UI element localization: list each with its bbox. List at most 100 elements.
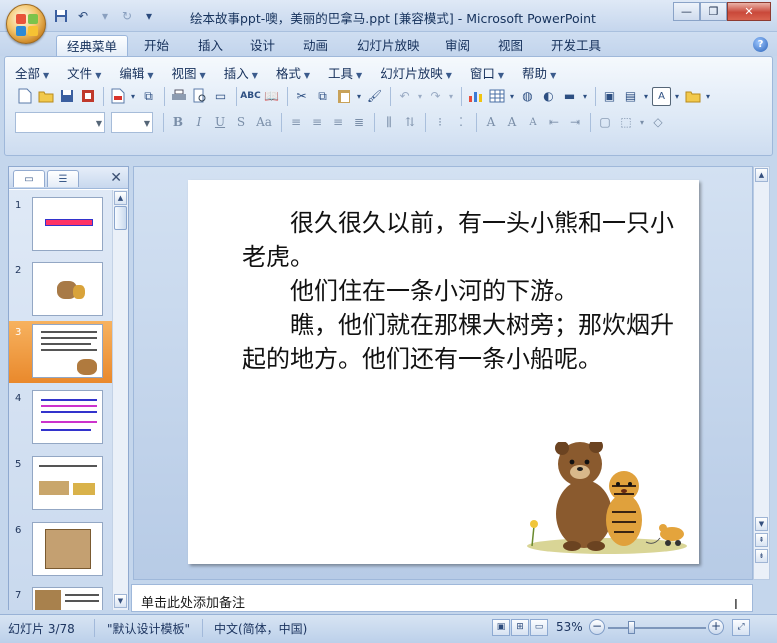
zoom-in-button[interactable]: + (708, 619, 724, 635)
menu-all[interactable]: 全部 ▼ (15, 63, 49, 81)
columns-icon[interactable]: ⫼ (379, 112, 399, 132)
menu-view[interactable]: 视图 ▼ (172, 63, 206, 81)
previous-slide-icon[interactable]: ⇞ (755, 533, 768, 547)
save-icon[interactable] (52, 7, 70, 24)
format-painter-icon[interactable]: 🖌 (365, 87, 384, 106)
close-icon[interactable]: ✕ (110, 170, 122, 186)
new-file-icon[interactable] (15, 87, 34, 106)
align-right-icon[interactable]: ≡ (328, 112, 348, 132)
layout-icon[interactable]: ▤ (621, 87, 640, 106)
language-indicator[interactable]: 中文(简体，中国) (214, 620, 307, 637)
menu-help[interactable]: 帮助 ▼ (522, 63, 556, 81)
folder-icon[interactable] (683, 87, 702, 106)
font-color-icon[interactable]: A (481, 112, 501, 132)
scroll-up-icon[interactable]: ▲ (114, 191, 127, 205)
print-preview-icon[interactable] (190, 87, 209, 106)
help-icon[interactable]: ? (753, 37, 768, 52)
save-icon[interactable] (57, 87, 76, 106)
grow-font-icon[interactable]: A (502, 112, 522, 132)
slideshow-button[interactable]: ▭ (530, 619, 548, 636)
table-icon[interactable] (487, 87, 506, 106)
thumbnail-slide-5[interactable]: 5 (9, 453, 112, 515)
tab-insert[interactable]: 插入 (188, 35, 233, 56)
customize-icon[interactable]: ▾ (140, 7, 158, 24)
tab-design[interactable]: 设计 (240, 35, 285, 56)
normal-view-button[interactable]: ▣ (492, 619, 510, 636)
fit-to-window-icon[interactable]: ⤢ (732, 619, 750, 636)
menu-format[interactable]: 格式 ▼ (276, 63, 310, 81)
copy-icon[interactable]: ⧉ (313, 87, 332, 106)
font-size-combo[interactable]: ▼ (111, 111, 153, 133)
thumbnail-slide-2[interactable]: 2 (9, 259, 112, 321)
redo-icon[interactable]: ↻ (118, 7, 136, 24)
underline-button[interactable]: U (210, 112, 230, 132)
dropdown-arrow-icon[interactable]: ▾ (96, 7, 114, 24)
menu-slideshow[interactable]: 幻灯片放映 ▼ (380, 63, 452, 81)
scroll-up-icon[interactable]: ▲ (755, 168, 768, 182)
notes-pane[interactable]: 单击此处添加备注 (131, 584, 753, 612)
thumbnail-slide-7[interactable]: 7 (9, 584, 112, 610)
menu-tools[interactable]: 工具 ▼ (328, 63, 362, 81)
tab-view[interactable]: 视图 (488, 35, 533, 56)
decrease-indent-icon[interactable]: ⇤ (544, 112, 564, 132)
slide-sorter-icon[interactable]: ▭ (211, 87, 230, 106)
dropdown-arrow-icon[interactable]: ▾ (355, 87, 363, 106)
current-slide[interactable]: 很久很久以前，有一头小熊和一只小老虎。 他们住在一条小河的下游。 瞧，他们就在那… (188, 180, 699, 564)
numbered-list-icon[interactable]: ⁝ (430, 112, 450, 132)
align-left-icon[interactable]: ≡ (286, 112, 306, 132)
spelling-icon[interactable]: ABC (240, 87, 260, 106)
zoom-slider[interactable] (608, 627, 706, 629)
increase-indent-icon[interactable]: ⇥ (565, 112, 585, 132)
print-icon[interactable] (169, 87, 188, 106)
menu-insert[interactable]: 插入 ▼ (224, 63, 258, 81)
scroll-down-icon[interactable]: ▼ (755, 517, 768, 531)
tab-classic-menu[interactable]: 经典菜单 (56, 35, 129, 56)
italic-button[interactable]: I (189, 112, 209, 132)
tab-outline[interactable]: ☰ (47, 170, 79, 187)
text-direction-icon[interactable]: ⇅ (400, 112, 420, 132)
dropdown-arrow-icon[interactable]: ▾ (637, 112, 647, 132)
attach-icon[interactable]: ⧉ (139, 87, 158, 106)
thumbnail-slide-6[interactable]: 6 (9, 519, 112, 581)
redo-icon[interactable]: ↷ (426, 87, 445, 106)
text-box-icon[interactable]: A (652, 86, 671, 106)
tab-home[interactable]: 开始 (134, 35, 179, 56)
dropdown-arrow-icon[interactable]: ▾ (447, 87, 455, 106)
next-slide-icon[interactable]: ⇟ (755, 549, 768, 563)
bullet-list-icon[interactable]: ⁚ (451, 112, 471, 132)
align-center-icon[interactable]: ≡ (307, 112, 327, 132)
menu-edit[interactable]: 编辑 ▼ (119, 63, 153, 81)
globe-icon[interactable]: ◍ (518, 87, 537, 106)
menu-file[interactable]: 文件 ▼ (67, 63, 101, 81)
change-case-button[interactable]: Aa (252, 112, 276, 132)
font-name-combo[interactable]: ▼ (15, 111, 105, 133)
office-button[interactable] (6, 4, 46, 44)
restore-button[interactable]: ❐ (700, 2, 727, 21)
thumbnail-slide-1[interactable]: 1 (9, 194, 112, 256)
color-icon[interactable]: ◐ (539, 87, 558, 106)
minimize-button[interactable]: — (673, 2, 700, 21)
undo-icon[interactable]: ↶ (395, 87, 414, 106)
shadow-button[interactable]: S (231, 112, 251, 132)
tab-slideshow[interactable]: 幻灯片放映 (347, 35, 430, 56)
tab-animation[interactable]: 动画 (293, 35, 338, 56)
editor-scrollbar[interactable]: ▲ ▼ ⇞ ⇟ (753, 166, 770, 580)
permission-icon[interactable] (78, 87, 97, 106)
chart-icon[interactable] (466, 87, 485, 106)
dropdown-arrow-icon[interactable]: ▾ (581, 87, 589, 106)
shapes-icon[interactable]: ▢ (595, 112, 615, 132)
menu-window[interactable]: 窗口 ▼ (470, 63, 504, 81)
slide-text-box[interactable]: 很久很久以前，有一头小熊和一只小老虎。 他们住在一条小河的下游。 瞧，他们就在那… (242, 206, 678, 376)
dropdown-arrow-icon[interactable]: ▾ (704, 87, 712, 106)
tab-review[interactable]: 审阅 (435, 35, 480, 56)
research-icon[interactable]: 📖 (262, 87, 281, 106)
close-button[interactable]: ✕ (727, 2, 771, 21)
dropdown-arrow-icon[interactable]: ▾ (129, 87, 137, 106)
quick-styles-icon[interactable]: ◇ (648, 112, 668, 132)
shrink-font-icon[interactable]: A (523, 112, 543, 132)
zoom-slider-thumb[interactable] (628, 621, 635, 634)
dropdown-arrow-icon[interactable]: ▾ (673, 87, 681, 106)
thumbnail-slide-3[interactable]: 3 (9, 321, 112, 383)
tab-developer[interactable]: 开发工具 (541, 35, 611, 56)
tab-slides[interactable]: ▭ (13, 170, 45, 187)
